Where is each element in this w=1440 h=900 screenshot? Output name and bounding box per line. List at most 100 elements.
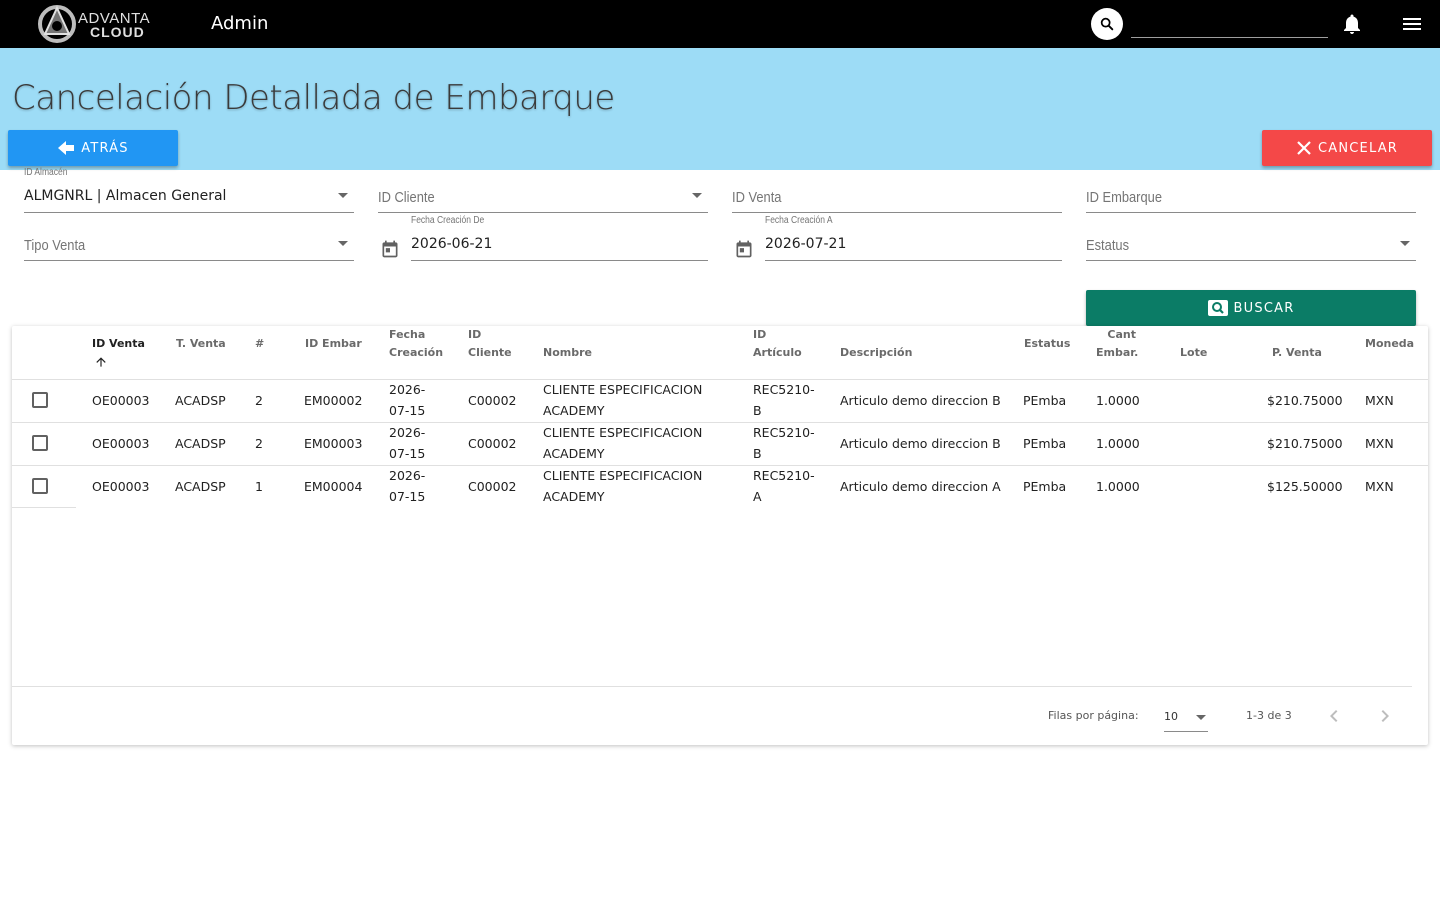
rows-per-page-label: Filas por página: [1048,709,1139,722]
cell-fecha: 2026- 07-15 [389,379,425,421]
cell-articulo-line1: REC5210- [753,468,815,483]
cell-fecha-line2: 07-15 [389,403,426,418]
chevron-down-icon [338,241,348,246]
cell-t-venta: ACADSP [175,436,226,451]
header-fecha-line1: Fecha [389,328,426,341]
almacen-select[interactable]: ID Almacén ALMGNRL | Almacen General [24,167,354,213]
cell-descripcion: Articulo demo direccion A [840,479,1001,494]
cell-cant: 1.0000 [1096,436,1140,451]
fecha-a-label: Fecha Creación A [765,215,833,226]
cell-estatus: PEmba [1023,393,1067,408]
cell-cliente: C00002 [468,436,517,451]
header-cant-embar[interactable]: Cant Embar. [1096,326,1138,362]
chevron-down-icon [338,193,348,198]
cell-articulo: REC5210- A [753,465,815,507]
cell-articulo: REC5210- B [753,422,815,464]
chevron-down-icon [1196,715,1206,720]
cell-id-venta: OE00003 [92,393,150,408]
cell-t-venta: ACADSP [175,479,226,494]
cell-num: 2 [255,393,263,408]
arrow-left-icon [58,141,75,155]
fecha-de-value: 2026-06-21 [411,236,493,252]
search-icon [1100,17,1114,31]
rows-per-page-select[interactable]: 10 [1164,704,1208,732]
cell-num: 1 [255,479,263,494]
global-search-input[interactable] [1131,10,1328,38]
calendar-icon[interactable] [380,239,400,259]
header-articulo-line2: Artículo [753,346,802,359]
cancel-button[interactable]: CANCELAR [1262,130,1432,166]
cell-nombre: CLIENTE ESPECIFICACION ACADEMY [543,379,702,421]
cell-articulo: REC5210- B [753,379,815,421]
tipo-venta-select[interactable]: Tipo Venta [24,227,354,261]
cell-moneda: MXN [1365,393,1394,408]
chevron-left-icon [1330,710,1338,722]
search-button[interactable] [1091,8,1123,40]
footer-divider [12,686,1412,687]
cell-cant: 1.0000 [1096,393,1140,408]
cell-p-venta: $125.50000 [1267,479,1343,494]
cell-id-venta: OE00003 [92,479,150,494]
cell-cliente: C00002 [468,479,517,494]
page-title: Cancelación Detallada de Embarque [12,78,615,118]
header-num[interactable]: # [255,335,264,353]
calendar-icon[interactable] [734,239,754,259]
cell-articulo-line1: REC5210- [753,382,815,397]
menu-icon[interactable] [1400,12,1424,36]
header-lote[interactable]: Lote [1180,344,1207,362]
chevron-down-icon [692,193,702,198]
estatus-placeholder: Estatus [1086,237,1130,254]
back-button[interactable]: ATRÁS [8,130,178,166]
close-icon [1297,141,1311,155]
cell-articulo-line2: B [753,403,762,418]
cell-fecha-line1: 2026- [389,425,426,440]
header-estatus[interactable]: Estatus [1024,335,1070,353]
row-checkbox[interactable] [32,392,48,408]
header-id-articulo[interactable]: ID Artículo [753,326,802,362]
cell-moneda: MXN [1365,436,1394,451]
embarque-placeholder: ID Embarque [1086,189,1163,206]
header-fecha-line2: Creación [389,346,444,359]
cell-articulo-line2: B [753,446,762,461]
header-p-venta[interactable]: P. Venta [1272,344,1322,362]
header-nombre[interactable]: Nombre [543,344,592,362]
header-id-embar[interactable]: ID Embar [305,335,362,353]
row-checkbox[interactable] [32,478,48,494]
cell-num: 2 [255,436,263,451]
brand-name-bottom: CLOUD [90,24,145,40]
previous-page-button[interactable] [1322,704,1346,728]
cell-estatus: PEmba [1023,479,1067,494]
row-checkbox[interactable] [32,435,48,451]
cell-nombre-line2: ACADEMY [543,489,605,504]
embarque-input[interactable]: ID Embarque [1086,179,1416,213]
top-app-bar: ADVANTA CLOUD Admin [0,0,1440,48]
cell-p-venta: $210.75000 [1267,393,1343,408]
cell-fecha-line2: 07-15 [389,489,426,504]
chevron-down-icon [1400,241,1410,246]
cell-fecha-line1: 2026- [389,382,426,397]
next-page-button[interactable] [1373,704,1397,728]
search-submit-button[interactable]: BUSCAR [1086,290,1416,326]
header-fecha-creacion[interactable]: Fecha Creación [389,326,443,362]
cell-id-embar: EM00003 [304,436,363,451]
fecha-creacion-de-field[interactable]: Fecha Creación De 2026-06-21 [411,215,708,261]
header-cant-line1: Cant [1107,328,1136,341]
header-moneda[interactable]: Moneda [1365,335,1414,353]
chevron-right-icon [1381,710,1389,722]
header-id-cliente[interactable]: ID Cliente [468,326,512,362]
header-articulo-line1: ID [753,328,767,341]
bell-icon[interactable] [1340,12,1364,36]
app-title: Admin [211,13,269,34]
cliente-select[interactable]: ID Cliente [378,179,708,213]
cell-fecha-line2: 07-15 [389,446,426,461]
fecha-creacion-a-field[interactable]: Fecha Creación A 2026-07-21 [765,215,1062,261]
venta-input[interactable]: ID Venta [732,179,1062,213]
cell-fecha-line1: 2026- [389,468,426,483]
arrow-up-icon[interactable] [94,355,108,369]
header-descripcion[interactable]: Descripción [840,344,912,362]
estatus-select[interactable]: Estatus [1086,227,1416,261]
header-t-venta[interactable]: T. Venta [176,335,226,353]
cell-estatus: PEmba [1023,436,1067,451]
advanta-cloud-logo[interactable]: ADVANTA CLOUD [36,4,160,44]
header-id-venta[interactable]: ID Venta [92,335,145,353]
